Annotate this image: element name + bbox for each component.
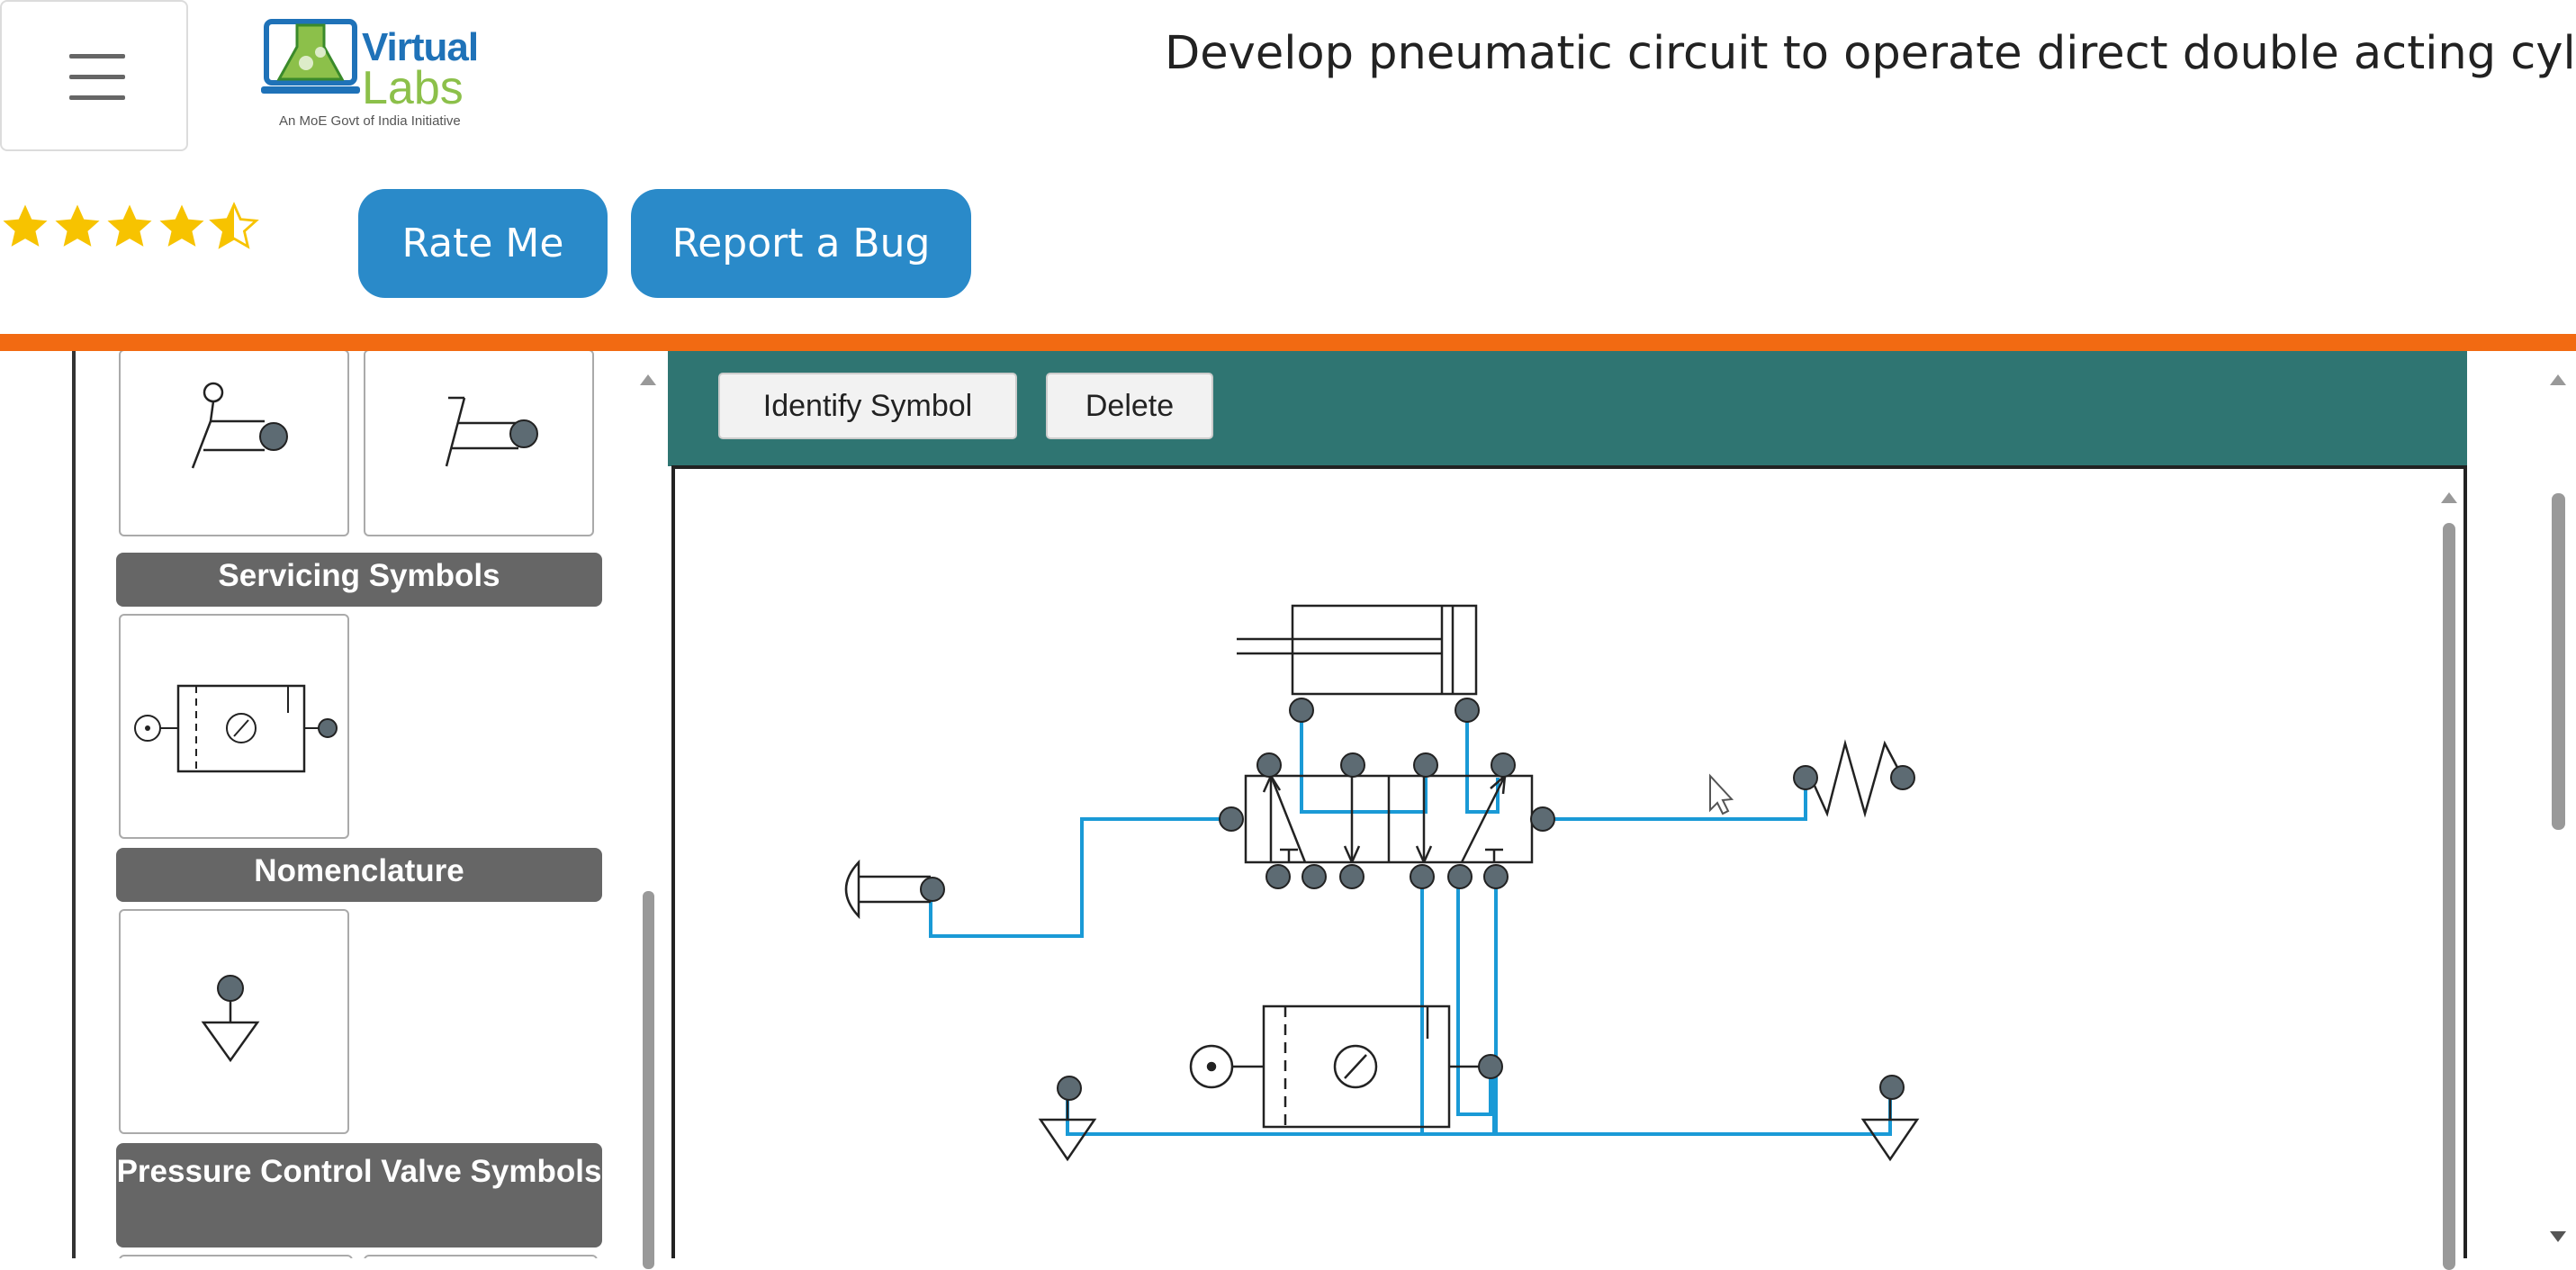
exhaust-symbol-icon	[201, 975, 260, 1063]
page-scrollbar-thumb[interactable]	[2552, 493, 2565, 830]
directional-control-valve[interactable]	[1244, 774, 1534, 864]
canvas-scroll-up-arrow-icon[interactable]	[2436, 483, 2463, 510]
circuit-canvas[interactable]	[671, 465, 2467, 1270]
circuit-wires	[929, 710, 1892, 1136]
mouse-cursor-icon	[1709, 773, 1734, 815]
report-bug-button[interactable]: Report a Bug	[631, 189, 971, 298]
page-scrollbar[interactable]	[2540, 360, 2576, 1258]
flask-logo-icon	[261, 19, 360, 94]
palette-scrollbar-thumb[interactable]	[643, 891, 654, 1269]
logo-tagline: An MoE Govt of India Initiative	[279, 113, 461, 129]
symbol-palette: Servicing Symbols Nomenclature Pressure …	[72, 351, 670, 1258]
virtual-labs-logo[interactable]: Virtual Labs An MoE Govt of India Initia…	[261, 16, 479, 133]
double-acting-cylinder[interactable]	[1237, 604, 1478, 696]
category-pressure-control-valve-symbols[interactable]: Pressure Control Valve Symbols	[116, 1143, 602, 1247]
scroll-up-arrow-icon[interactable]	[635, 365, 662, 392]
connection-ports[interactable]	[920, 698, 1915, 1101]
push-button-actuator[interactable]	[844, 859, 931, 920]
symbol-tile-detent-valve[interactable]	[364, 351, 594, 536]
symbol-tile-frl-unit[interactable]	[119, 614, 349, 839]
header-divider	[0, 334, 2576, 351]
symbol-tile-exhaust[interactable]	[119, 909, 349, 1134]
delete-button[interactable]: Delete	[1046, 373, 1213, 439]
symbol-tile-lever-valve[interactable]	[119, 351, 349, 536]
category-servicing-symbols[interactable]: Servicing Symbols	[116, 553, 602, 607]
palette-scrollbar[interactable]	[635, 360, 662, 1269]
identify-symbol-button[interactable]: Identify Symbol	[718, 373, 1017, 439]
page-title: Develop pneumatic circuit to operate dir…	[1165, 27, 2576, 80]
frl-symbol-icon	[134, 684, 338, 773]
detent-symbol-icon	[445, 396, 538, 467]
category-nomenclature[interactable]: Nomenclature	[116, 848, 602, 902]
rate-me-button[interactable]: Rate Me	[358, 189, 608, 298]
pneumatic-circuit-diagram[interactable]	[675, 469, 2471, 1262]
logo-labs-text: Labs	[362, 62, 464, 114]
frl-unit[interactable]	[1189, 1004, 1480, 1129]
star-icon[interactable]	[104, 200, 155, 254]
star-icon[interactable]	[157, 200, 207, 254]
half-star-icon[interactable]	[209, 200, 259, 254]
spring-return[interactable]	[1809, 739, 1905, 818]
canvas-scrollbar-thumb[interactable]	[2443, 523, 2455, 1270]
star-icon[interactable]	[0, 200, 50, 254]
menu-button[interactable]	[0, 0, 188, 151]
page-scroll-up-arrow-icon[interactable]	[2544, 365, 2571, 392]
hamburger-icon	[69, 54, 125, 59]
page-scroll-down-arrow-icon[interactable]	[2544, 1224, 2571, 1251]
rating-stars[interactable]	[0, 200, 259, 263]
lever-symbol-icon	[191, 382, 288, 469]
star-icon[interactable]	[52, 200, 103, 254]
workspace-toolbar: Identify Symbol Delete	[668, 351, 2467, 466]
